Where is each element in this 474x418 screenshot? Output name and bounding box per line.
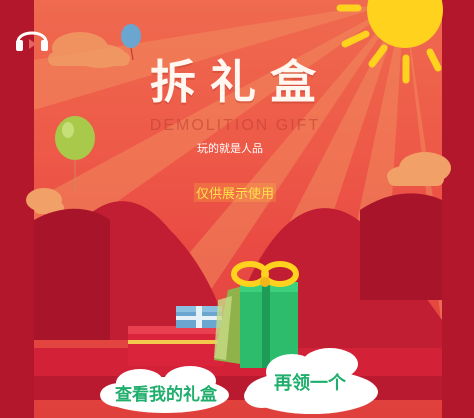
hill-right-back bbox=[360, 193, 442, 300]
get-another-label: 再领一个 bbox=[274, 373, 346, 394]
page-title: 拆礼盒 bbox=[150, 55, 330, 109]
ground-shadow bbox=[34, 376, 442, 400]
sun-icon bbox=[336, 0, 443, 84]
cloud-top-left bbox=[48, 32, 130, 68]
view-my-gift-label: 查看我的礼盒 bbox=[115, 384, 217, 405]
get-another-button[interactable]: 再领一个 bbox=[244, 352, 376, 412]
green-balloon-icon bbox=[55, 116, 95, 190]
demo-watermark: 仅供展示使用 bbox=[194, 183, 277, 202]
cloud-left bbox=[26, 188, 64, 214]
headphones-icon[interactable] bbox=[14, 22, 50, 52]
red-gift-box-icon bbox=[128, 326, 224, 366]
view-my-gift-button[interactable]: 查看我的礼盒 bbox=[100, 370, 232, 414]
blue-gift-box-icon bbox=[176, 306, 222, 328]
hill-left-back bbox=[34, 208, 110, 340]
cloud-right bbox=[387, 152, 451, 186]
page-slogan: 玩的就是人品 bbox=[197, 142, 263, 155]
page-subtitle-en: DEMOLITION GIFT bbox=[149, 117, 321, 134]
